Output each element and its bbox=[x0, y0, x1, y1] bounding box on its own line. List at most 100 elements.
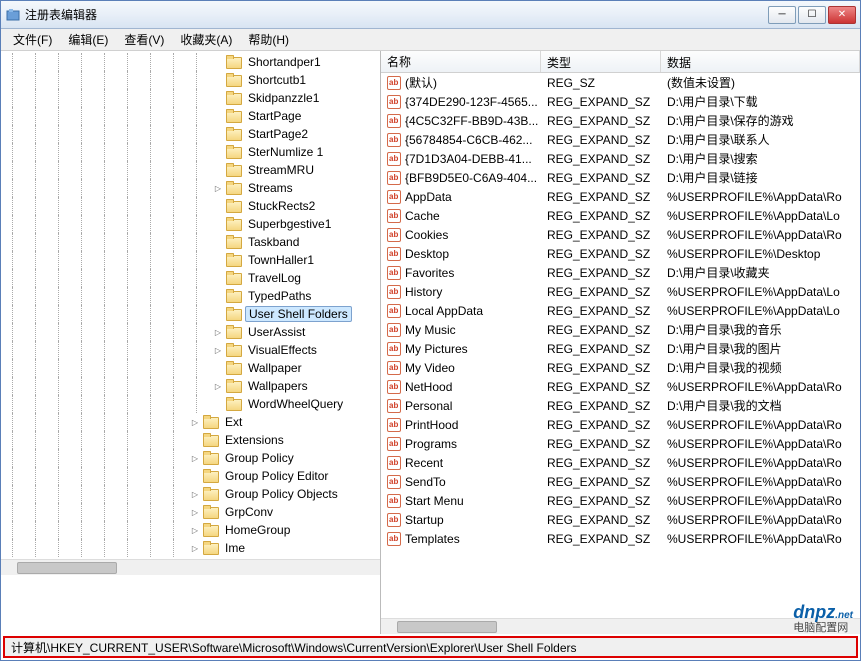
tree-item[interactable]: Group Policy Editor bbox=[1, 467, 380, 485]
list-panel: 名称 类型 数据 (默认)REG_SZ(数值未设置){374DE290-123F… bbox=[381, 51, 860, 634]
tree-item[interactable]: ▷Ime bbox=[1, 539, 380, 557]
list-row[interactable]: Local AppDataREG_EXPAND_SZ%USERPROFILE%\… bbox=[381, 301, 860, 320]
tree-item[interactable]: ▷Group Policy bbox=[1, 449, 380, 467]
value-data: %USERPROFILE%\AppData\Ro bbox=[661, 190, 860, 204]
folder-icon bbox=[203, 451, 219, 465]
tree-item-label: Streams bbox=[245, 181, 296, 195]
list-body[interactable]: (默认)REG_SZ(数值未设置){374DE290-123F-4565...R… bbox=[381, 73, 860, 618]
tree-item[interactable]: ▷GrpConv bbox=[1, 503, 380, 521]
list-row[interactable]: {7D1D3A04-DEBB-41...REG_EXPAND_SZD:\用户目录… bbox=[381, 149, 860, 168]
tree-item[interactable]: Extensions bbox=[1, 431, 380, 449]
list-row[interactable]: My MusicREG_EXPAND_SZD:\用户目录\我的音乐 bbox=[381, 320, 860, 339]
list-row[interactable]: {374DE290-123F-4565...REG_EXPAND_SZD:\用户… bbox=[381, 92, 860, 111]
list-row[interactable]: My VideoREG_EXPAND_SZD:\用户目录\我的视频 bbox=[381, 358, 860, 377]
value-name: Recent bbox=[405, 456, 443, 470]
tree-item[interactable]: TypedPaths bbox=[1, 287, 380, 305]
expand-icon[interactable]: ▷ bbox=[212, 344, 224, 356]
expand-icon[interactable]: ▷ bbox=[189, 524, 201, 536]
tree-item[interactable]: ▷Wallpapers bbox=[1, 377, 380, 395]
list-row[interactable]: {56784854-C6CB-462...REG_EXPAND_SZD:\用户目… bbox=[381, 130, 860, 149]
expand-icon[interactable]: ▷ bbox=[212, 182, 224, 194]
tree-item[interactable]: StartPage bbox=[1, 107, 380, 125]
list-row[interactable]: DesktopREG_EXPAND_SZ%USERPROFILE%\Deskto… bbox=[381, 244, 860, 263]
value-type: REG_EXPAND_SZ bbox=[541, 95, 661, 109]
tree-item[interactable]: Shortandper1 bbox=[1, 53, 380, 71]
list-row[interactable]: (默认)REG_SZ(数值未设置) bbox=[381, 73, 860, 92]
expand-icon[interactable]: ▷ bbox=[189, 416, 201, 428]
value-name: Cache bbox=[405, 209, 440, 223]
tree-item[interactable]: StuckRects2 bbox=[1, 197, 380, 215]
tree-item[interactable]: StreamMRU bbox=[1, 161, 380, 179]
menu-item-2[interactable]: 查看(V) bbox=[116, 29, 172, 50]
menu-item-0[interactable]: 文件(F) bbox=[5, 29, 60, 50]
tree-panel[interactable]: Shortandper1Shortcutb1Skidpanzzle1 StartP… bbox=[1, 51, 381, 634]
tree-item[interactable]: WordWheelQuery bbox=[1, 395, 380, 413]
list-row[interactable]: StartupREG_EXPAND_SZ%USERPROFILE%\AppDat… bbox=[381, 510, 860, 529]
list-scrollbar-horizontal[interactable] bbox=[381, 618, 860, 634]
tree-item[interactable]: ▷UserAssist bbox=[1, 323, 380, 341]
tree-item[interactable]: ▷Group Policy Objects bbox=[1, 485, 380, 503]
column-header-data[interactable]: 数据 bbox=[661, 51, 860, 72]
tree-item[interactable]: TravelLog bbox=[1, 269, 380, 287]
titlebar[interactable]: 注册表编辑器 ─ ☐ ✕ bbox=[1, 1, 860, 29]
list-row[interactable]: FavoritesREG_EXPAND_SZD:\用户目录\收藏夹 bbox=[381, 263, 860, 282]
tree-item[interactable]: Skidpanzzle1 bbox=[1, 89, 380, 107]
tree-item[interactable]: ▷HomeGroup bbox=[1, 521, 380, 539]
list-row[interactable]: AppDataREG_EXPAND_SZ%USERPROFILE%\AppDat… bbox=[381, 187, 860, 206]
folder-icon bbox=[203, 433, 219, 447]
tree-item[interactable]: ▷VisualEffects bbox=[1, 341, 380, 359]
string-value-icon bbox=[387, 304, 401, 318]
close-button[interactable]: ✕ bbox=[828, 6, 856, 24]
expand-icon[interactable]: ▷ bbox=[189, 506, 201, 518]
value-type: REG_EXPAND_SZ bbox=[541, 361, 661, 375]
list-row[interactable]: {BFB9D5E0-C6A9-404...REG_EXPAND_SZD:\用户目… bbox=[381, 168, 860, 187]
tree-item[interactable]: SterNumlize 1 bbox=[1, 143, 380, 161]
tree-item[interactable]: Superbgestive1 bbox=[1, 215, 380, 233]
list-row[interactable]: TemplatesREG_EXPAND_SZ%USERPROFILE%\AppD… bbox=[381, 529, 860, 548]
list-row[interactable]: RecentREG_EXPAND_SZ%USERPROFILE%\AppData… bbox=[381, 453, 860, 472]
list-row[interactable]: SendToREG_EXPAND_SZ%USERPROFILE%\AppData… bbox=[381, 472, 860, 491]
tree-item[interactable]: StartPage2 bbox=[1, 125, 380, 143]
list-row[interactable]: CacheREG_EXPAND_SZ%USERPROFILE%\AppData\… bbox=[381, 206, 860, 225]
list-row[interactable]: HistoryREG_EXPAND_SZ%USERPROFILE%\AppDat… bbox=[381, 282, 860, 301]
tree-scrollbar-horizontal[interactable] bbox=[1, 559, 380, 575]
tree-item[interactable]: Shortcutb1 bbox=[1, 71, 380, 89]
expand-icon[interactable]: ▷ bbox=[189, 542, 201, 554]
string-value-icon bbox=[387, 133, 401, 147]
menu-item-4[interactable]: 帮助(H) bbox=[240, 29, 297, 50]
list-row[interactable]: NetHoodREG_EXPAND_SZ%USERPROFILE%\AppDat… bbox=[381, 377, 860, 396]
tree-item-label: StartPage bbox=[245, 109, 304, 123]
expand-icon[interactable]: ▷ bbox=[212, 380, 224, 392]
list-row[interactable]: PrintHoodREG_EXPAND_SZ%USERPROFILE%\AppD… bbox=[381, 415, 860, 434]
menu-item-3[interactable]: 收藏夹(A) bbox=[172, 29, 240, 50]
tree-item[interactable]: User Shell Folders bbox=[1, 305, 380, 323]
expand-icon[interactable]: ▷ bbox=[189, 488, 201, 500]
tree-item[interactable]: Wallpaper bbox=[1, 359, 380, 377]
list-row[interactable]: {4C5C32FF-BB9D-43B...REG_EXPAND_SZD:\用户目… bbox=[381, 111, 860, 130]
window-title: 注册表编辑器 bbox=[25, 6, 768, 23]
string-value-icon bbox=[387, 532, 401, 546]
minimize-button[interactable]: ─ bbox=[768, 6, 796, 24]
tree-item-label: StuckRects2 bbox=[245, 199, 318, 213]
value-name: {56784854-C6CB-462... bbox=[405, 133, 532, 147]
window-controls: ─ ☐ ✕ bbox=[768, 6, 856, 24]
list-row[interactable]: ProgramsREG_EXPAND_SZ%USERPROFILE%\AppDa… bbox=[381, 434, 860, 453]
tree-item[interactable]: ▷ Streams bbox=[1, 179, 380, 197]
tree-item[interactable]: TownHaller1 bbox=[1, 251, 380, 269]
maximize-button[interactable]: ☐ bbox=[798, 6, 826, 24]
value-data: %USERPROFILE%\AppData\Ro bbox=[661, 228, 860, 242]
tree-item[interactable]: Taskband bbox=[1, 233, 380, 251]
expand-icon[interactable]: ▷ bbox=[189, 452, 201, 464]
list-row[interactable]: PersonalREG_EXPAND_SZD:\用户目录\我的文档 bbox=[381, 396, 860, 415]
list-row[interactable]: Start MenuREG_EXPAND_SZ%USERPROFILE%\App… bbox=[381, 491, 860, 510]
value-type: REG_EXPAND_SZ bbox=[541, 323, 661, 337]
tree-item-label: TypedPaths bbox=[245, 289, 314, 303]
list-row[interactable]: CookiesREG_EXPAND_SZ%USERPROFILE%\AppDat… bbox=[381, 225, 860, 244]
column-header-name[interactable]: 名称 bbox=[381, 51, 541, 72]
list-header[interactable]: 名称 类型 数据 bbox=[381, 51, 860, 73]
column-header-type[interactable]: 类型 bbox=[541, 51, 661, 72]
expand-icon[interactable]: ▷ bbox=[212, 326, 224, 338]
tree-item[interactable]: ▷Ext bbox=[1, 413, 380, 431]
menu-item-1[interactable]: 编辑(E) bbox=[60, 29, 116, 50]
list-row[interactable]: My PicturesREG_EXPAND_SZD:\用户目录\我的图片 bbox=[381, 339, 860, 358]
